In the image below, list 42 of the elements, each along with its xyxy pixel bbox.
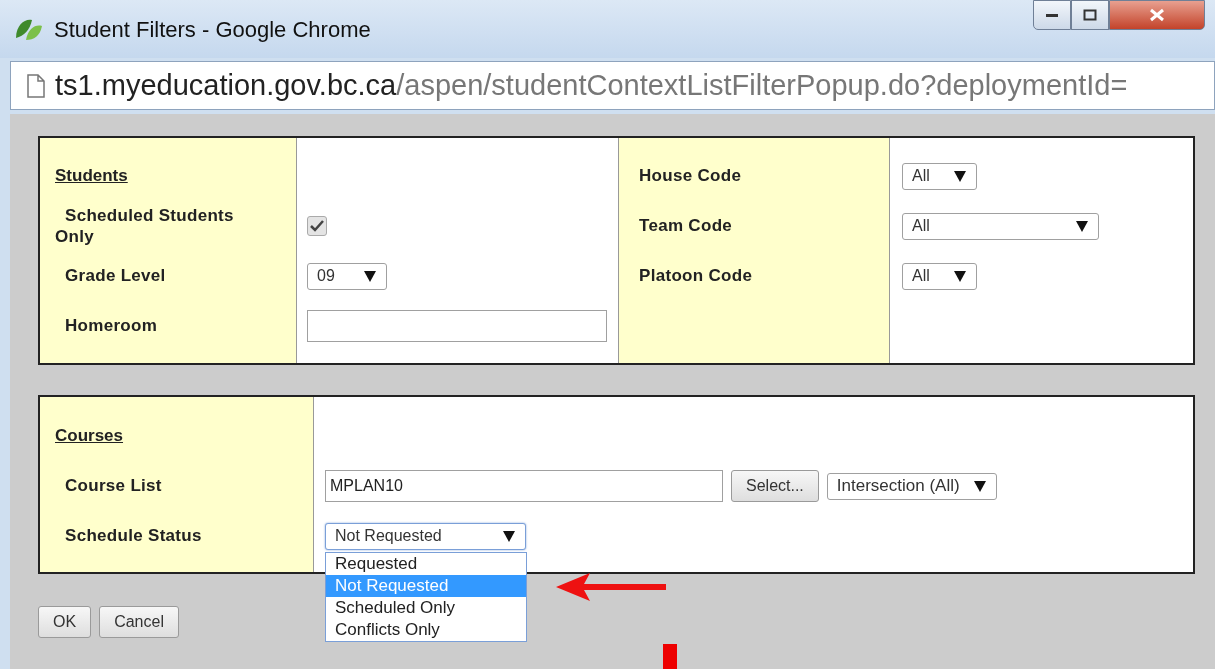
url-path: /aspen/studentContextListFilterPopup.do?deploymentId= <box>396 67 1128 103</box>
dropdown[interactable]: All <box>902 212 1099 240</box>
field-label: Grade Level <box>64 265 167 287</box>
dropdown[interactable]: Intersection (All) <box>826 472 997 500</box>
text-field[interactable] <box>307 310 607 342</box>
caret-icon <box>954 170 966 182</box>
caret-icon <box>973 480 986 492</box>
caret-icon <box>503 530 515 542</box>
dropdown-option[interactable]: Conflicts Only <box>326 618 526 641</box>
close-icon <box>1149 8 1165 22</box>
text-field[interactable]: MPLAN10 <box>325 470 723 502</box>
section-heading: Courses <box>54 425 124 448</box>
page-icon <box>27 73 45 98</box>
dropdown[interactable]: 09 <box>307 262 387 290</box>
url-host: ts1.myeducation.gov.bc.ca <box>55 67 397 103</box>
caret-icon <box>364 270 376 282</box>
maximize-button[interactable] <box>1071 0 1109 30</box>
field-label: House Code <box>638 165 743 187</box>
address-bar[interactable]: ts1.myeducation.gov.bc.ca/aspen/studentContextListFilterPopup.do?deploymentId= <box>10 61 1215 110</box>
minimize-button[interactable] <box>1033 0 1071 30</box>
caret-icon <box>1076 220 1088 232</box>
field-label: Course List <box>64 475 163 497</box>
dialog-button[interactable]: Cancel <box>99 606 179 638</box>
section-heading: Students <box>54 165 128 188</box>
dropdown[interactable]: Not Requested <box>325 522 526 550</box>
field-label: Team Code <box>638 215 734 237</box>
window-title: Student Filters - Google Chrome <box>54 15 371 44</box>
field-label: Platoon Code <box>638 265 754 287</box>
select-button[interactable]: Select... <box>731 470 819 502</box>
field-label: Schedule Status <box>64 525 203 547</box>
caret-icon <box>954 270 966 282</box>
checkbox[interactable] <box>307 216 327 236</box>
dialog-button[interactable]: OK <box>38 606 92 638</box>
field-label: Homeroom <box>64 315 159 337</box>
field-label: Scheduled Students Only <box>54 204 235 248</box>
dropdown[interactable]: All <box>902 262 977 290</box>
dropdown-option[interactable]: Requested <box>326 552 526 575</box>
minimize-icon <box>1045 12 1059 18</box>
dropdown-option[interactable]: Scheduled Only <box>326 596 526 619</box>
maximize-icon <box>1083 9 1097 21</box>
dropdown[interactable]: All <box>902 162 977 190</box>
close-button[interactable] <box>1109 0 1205 30</box>
